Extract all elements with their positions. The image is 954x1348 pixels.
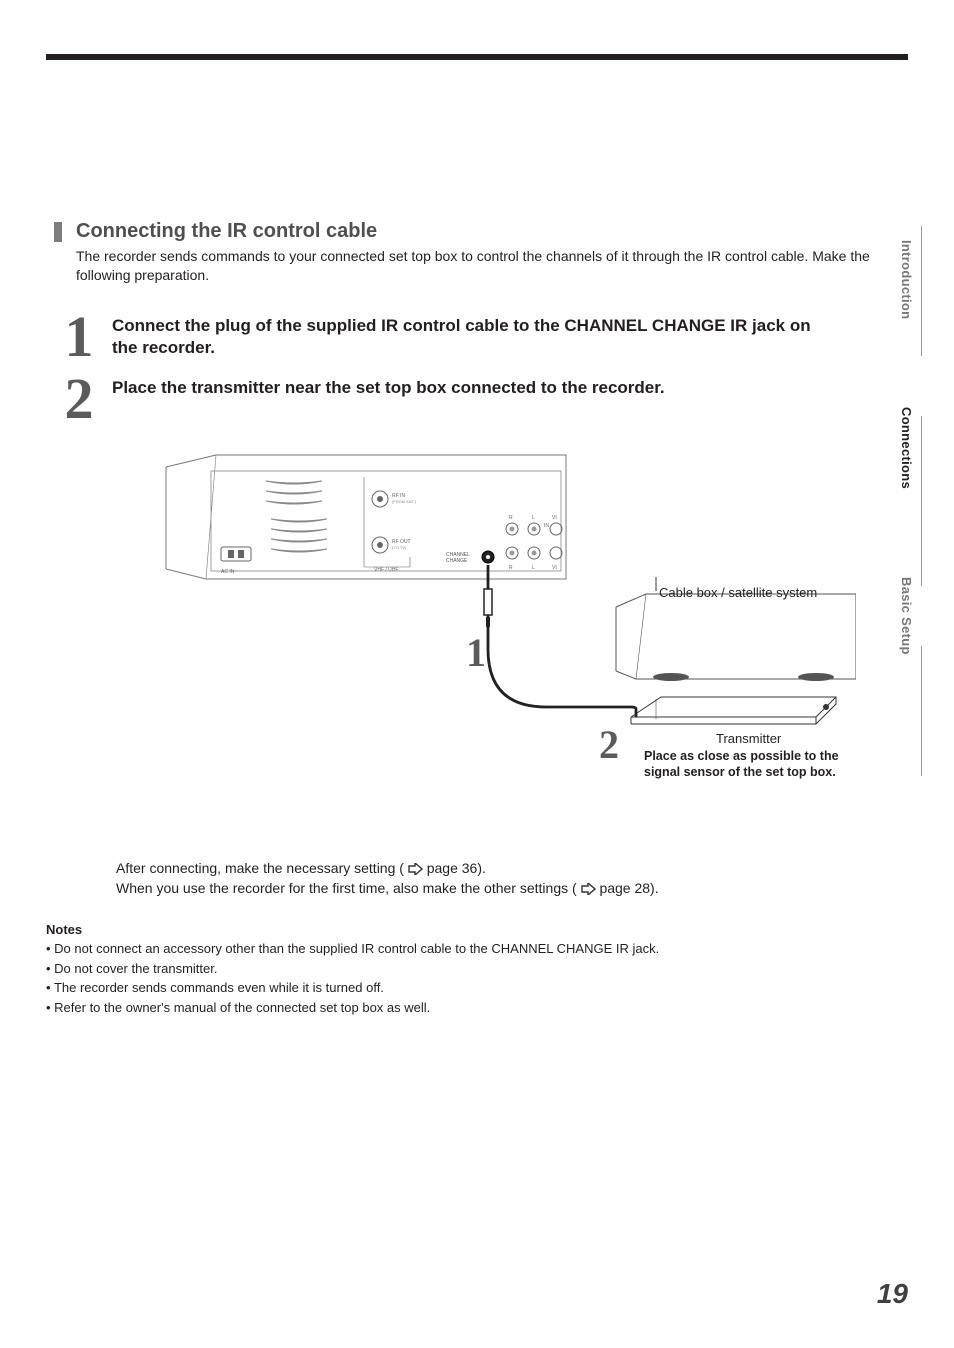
svg-text:R: R [509,565,513,571]
cable-box-label: Cable box / satellite system [659,585,817,600]
page-number: 19 [877,1278,908,1310]
svg-text:CHANGE: CHANGE [446,558,468,564]
svg-text:L: L [532,515,535,521]
notes-list: • Do not connect an accessory other than… [46,939,908,1017]
side-tabs: Introduction Connections Basic Setup [895,226,918,669]
notes-heading: Notes [46,922,908,937]
section-accent-bar [54,222,62,242]
ac-in-label: AC IN~ [221,569,237,575]
svg-text:IN: IN [544,523,549,529]
top-rule [46,54,908,60]
section-description: The recorder sends commands to your conn… [76,247,908,285]
tab-connections: Connections [895,393,918,503]
svg-text:R: R [509,515,513,521]
step-number: 1 [54,311,104,363]
after-line2b: page 28). [599,880,658,896]
note-item: Do not cover the transmitter. [54,961,217,976]
section-title: Connecting the IR control cable [76,220,377,243]
note-item: The recorder sends commands even while i… [54,980,384,995]
side-line [921,646,922,776]
step-number: 2 [54,373,104,425]
svg-text:VI: VI [552,515,557,521]
step-2: 2 Place the transmitter near the set top… [54,373,908,425]
steps-list: 1 Connect the plug of the supplied IR co… [54,311,908,425]
svg-text:(TO TV): (TO TV) [392,545,407,550]
after-line1a: After connecting, make the necessary set… [116,860,404,876]
svg-text:(FROM ANT.): (FROM ANT.) [392,499,417,504]
svg-text:VI: VI [552,565,557,571]
side-line [921,416,922,586]
svg-text:L: L [532,565,535,571]
diagram-step-num-1: 1 [466,629,486,676]
diagram-step-num-2: 2 [599,721,619,768]
step-text: Connect the plug of the supplied IR cont… [112,315,832,359]
transmitter-label: Transmitter [716,731,781,746]
note-item: Do not connect an accessory other than t… [54,941,659,956]
note-item: Refer to the owner's manual of the conne… [54,1000,430,1015]
after-line2a: When you use the recorder for the first … [116,880,577,896]
side-line [921,226,922,356]
after-line1b: page 36). [427,860,486,876]
section-header: Connecting the IR control cable The reco… [54,220,908,285]
place-close-note: Place as close as possible to the signal… [644,749,856,780]
svg-text:VHF / UHF: VHF / UHF [374,567,398,573]
connection-diagram: AC IN~ RF IN (FROM ANT.) RF OUT (TO TV) … [116,449,856,829]
after-connecting-text: After connecting, make the necessary set… [116,859,908,898]
step-1: 1 Connect the plug of the supplied IR co… [54,311,908,363]
page-ref-arrow-icon [581,883,596,895]
page-ref-arrow-icon [408,863,423,875]
tab-basic-setup: Basic Setup [895,563,918,669]
tab-introduction: Introduction [895,226,918,333]
step-text: Place the transmitter near the set top b… [112,377,665,399]
